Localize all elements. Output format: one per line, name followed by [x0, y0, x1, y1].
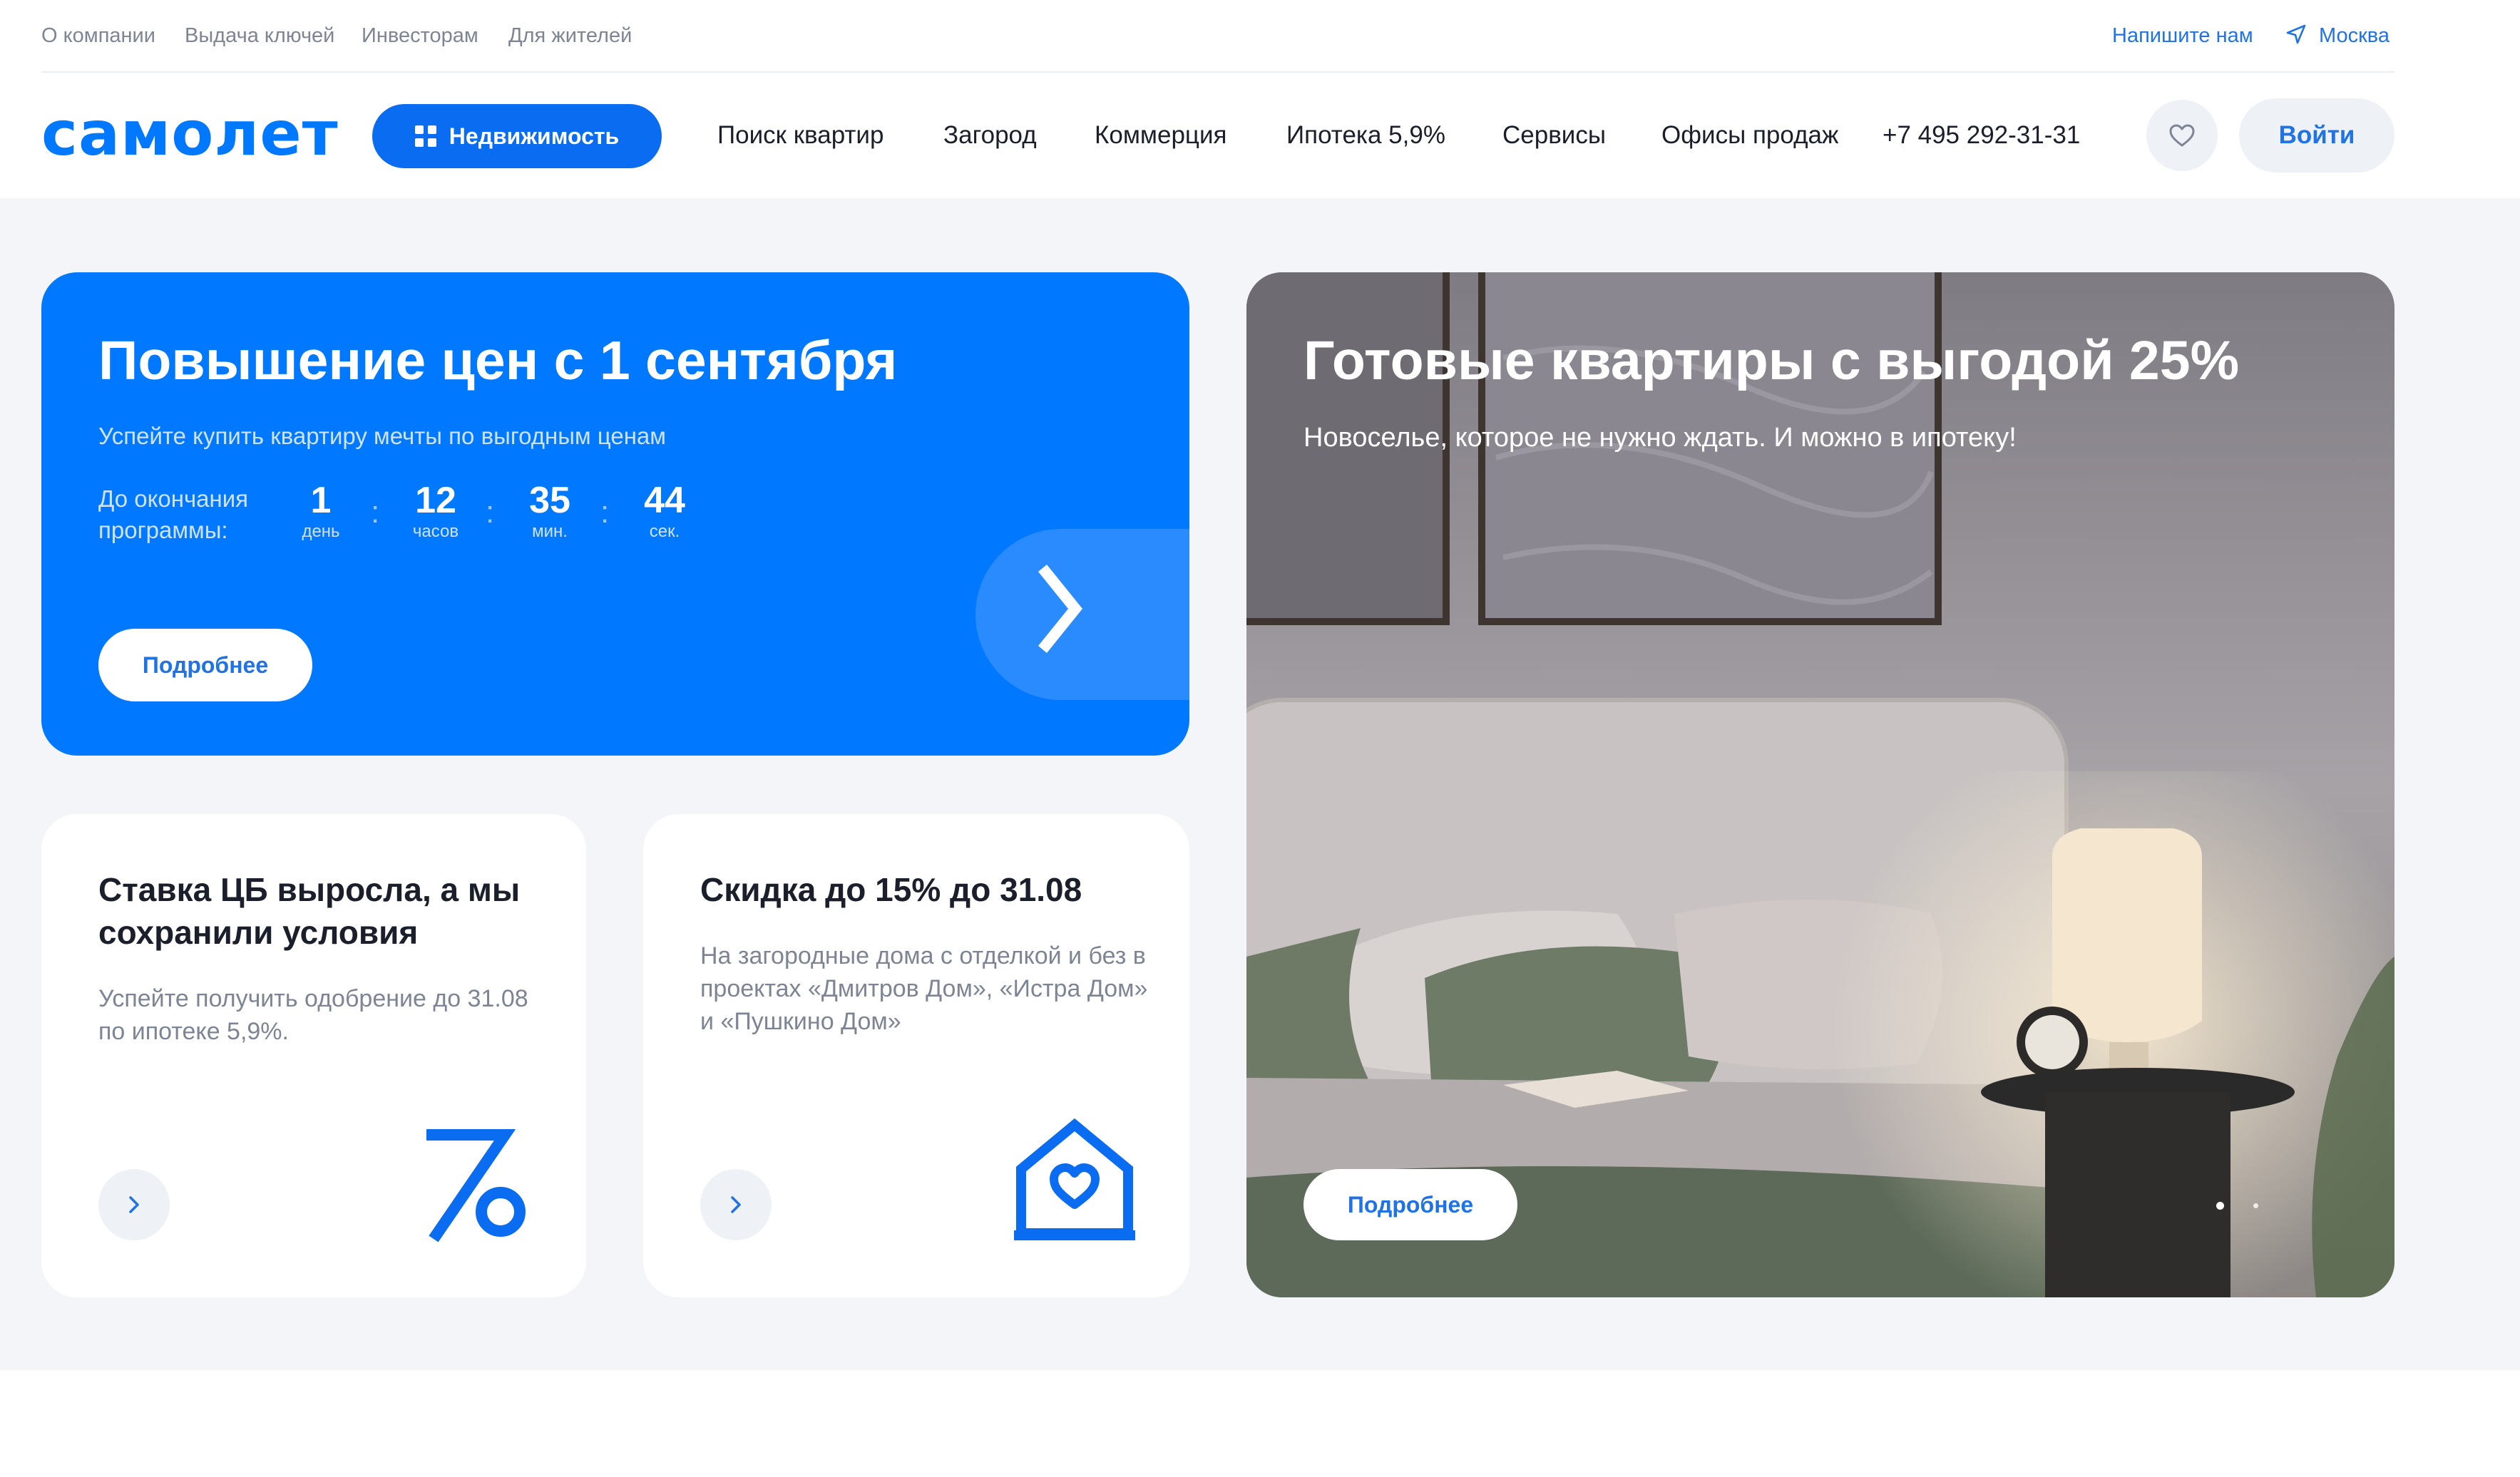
feature-subtitle: Новоселье, которое не нужно ждать. И мож…	[1303, 423, 2017, 453]
topbar-link-investors[interactable]: Инвесторам	[362, 23, 478, 48]
slider-dot-active[interactable]	[2216, 1202, 2224, 1210]
card-title: Скидка до 15% до 31.08	[700, 871, 1082, 908]
grid-icon	[414, 125, 436, 147]
nav-services[interactable]: Сервисы	[1502, 118, 1606, 153]
nav-search-apartments[interactable]: Поиск квартир	[717, 118, 883, 153]
card-text: На загородные дома с отделкой и без в пр…	[700, 942, 1148, 1035]
city-selector[interactable]: Москва	[2319, 23, 2390, 48]
promo-subtitle: Успейте купить квартиру мечты по выгодны…	[98, 423, 666, 449]
card-arrow-button[interactable]	[98, 1169, 170, 1240]
heart-icon	[2169, 124, 2195, 147]
promo-title: Повышение цен с 1 сентября	[98, 330, 898, 391]
realty-menu-button[interactable]: Недвижимость	[372, 104, 662, 168]
feature-banner[interactable]: Готовые квартиры с выгодой 25% Новоселье…	[1246, 272, 2394, 1297]
topbar-link-residents[interactable]: Для жителей	[508, 23, 632, 48]
login-button[interactable]: Войти	[2239, 98, 2394, 173]
countdown-minutes: 35 мин.	[529, 480, 570, 541]
nav-sales-offices[interactable]: Офисы продаж	[1661, 118, 1838, 153]
nav-country[interactable]: Загород	[943, 118, 1037, 153]
house-heart-icon	[1014, 1118, 1135, 1240]
promo-decoration	[975, 529, 1189, 700]
mortgage-card[interactable]: Ставка ЦБ выросла, а мы сохранили услови…	[41, 814, 586, 1297]
countdown-days: 1 день	[302, 480, 340, 541]
countdown-seconds: 44 сек.	[644, 480, 685, 541]
nav-mortgage[interactable]: Ипотека 5,9%	[1286, 118, 1445, 153]
brand-chevron-icon	[1034, 565, 1082, 653]
realty-menu-label: Недвижимость	[449, 123, 620, 149]
countdown-hours: 12 часов	[412, 480, 459, 541]
countdown-separator: :	[600, 495, 610, 530]
card-arrow-button[interactable]	[700, 1169, 772, 1240]
countdown-separator: :	[486, 495, 495, 530]
feature-title: Готовые квартиры с выгодой 25%	[1303, 330, 2240, 391]
favorites-button[interactable]	[2146, 100, 2218, 171]
card-title: Ставка ЦБ выросла, а мы сохранили услови…	[98, 871, 521, 951]
feature-more-button[interactable]: Подробнее	[1303, 1169, 1517, 1240]
topbar-link-keys[interactable]: Выдача ключей	[185, 23, 334, 48]
countdown-label: До окончания программы:	[98, 485, 249, 543]
nav-commerce[interactable]: Коммерция	[1095, 118, 1226, 153]
logo[interactable]: самолет	[41, 98, 339, 170]
percent-icon	[426, 1129, 526, 1242]
topbar-divider	[41, 71, 2394, 73]
discount-card[interactable]: Скидка до 15% до 31.08 На загородные дом…	[643, 814, 1189, 1297]
slider-dot[interactable]	[2253, 1203, 2258, 1208]
phone-link[interactable]: +7 495 292-31-31	[1883, 118, 2080, 153]
location-arrow-icon[interactable]	[2285, 23, 2308, 46]
contact-link[interactable]: Напишите нам	[2112, 23, 2253, 48]
countdown-separator: :	[371, 495, 380, 530]
chevron-right-icon	[129, 1196, 139, 1213]
card-text: Успейте получить одобрение до 31.08 по и…	[98, 985, 528, 1045]
promo-card[interactable]: Повышение цен с 1 сентября Успейте купит…	[41, 272, 1189, 756]
promo-more-button[interactable]: Подробнее	[98, 629, 312, 701]
topbar-link-about[interactable]: О компании	[41, 23, 155, 48]
chevron-right-icon	[731, 1196, 741, 1213]
